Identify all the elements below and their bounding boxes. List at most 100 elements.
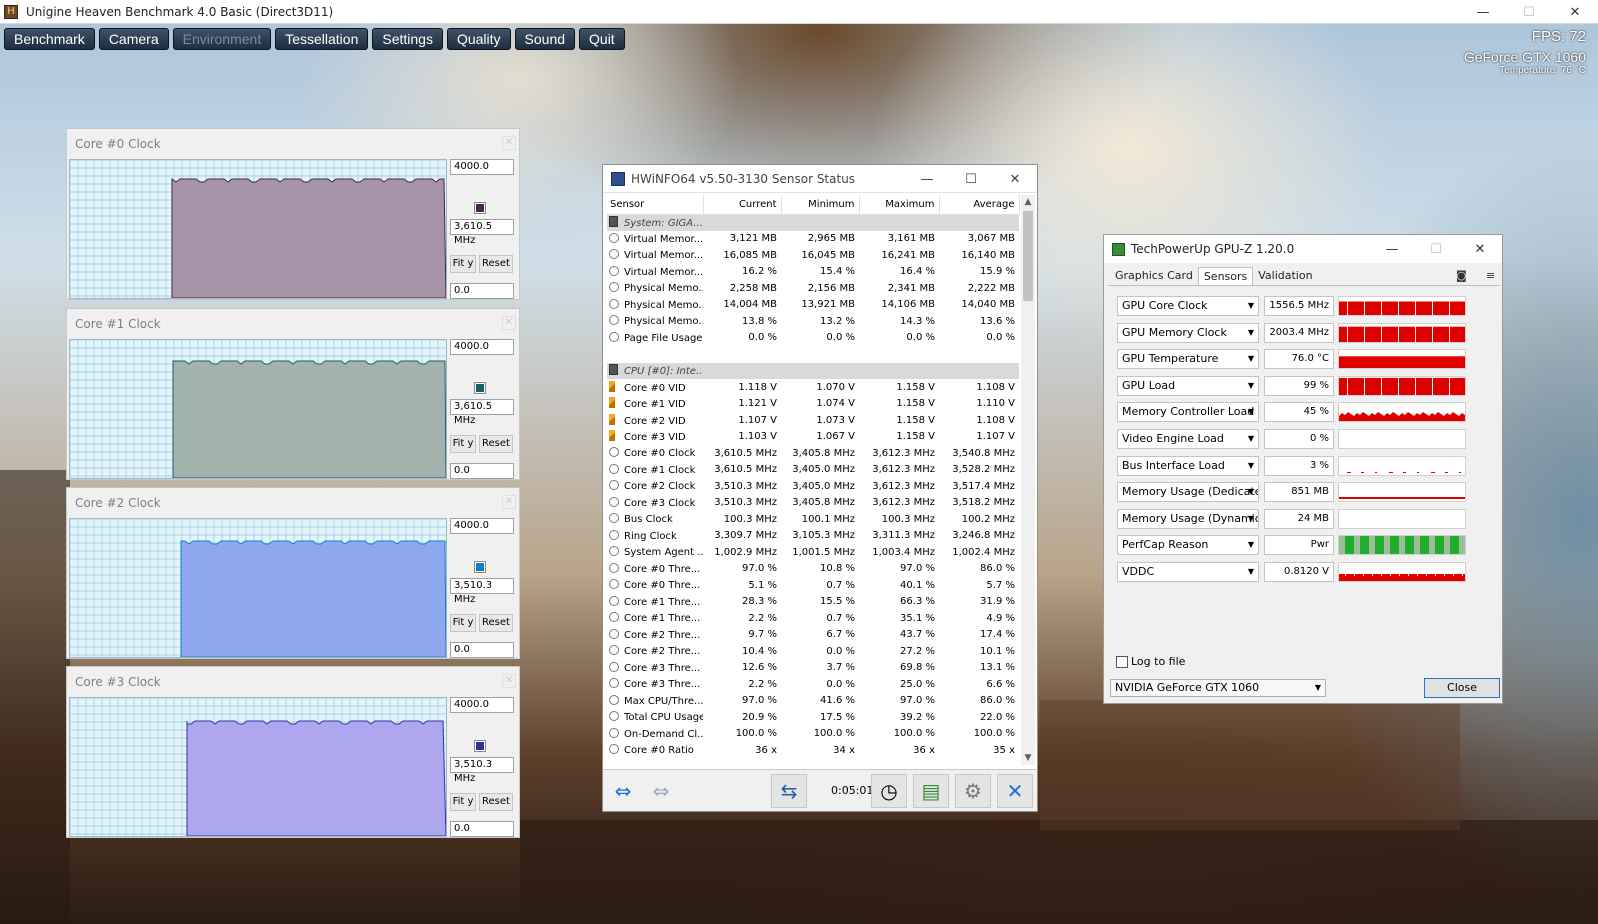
hwinfo-minimize-button[interactable]: — bbox=[905, 165, 949, 193]
sensor-row[interactable]: Core #0 Ratio 36 x 34 x 36 x 35 x bbox=[607, 742, 1019, 759]
sensor-select[interactable]: Memory Usage (Dynamic) ▼ bbox=[1117, 508, 1259, 529]
sensor-select[interactable]: Bus Interface Load ▼ bbox=[1117, 455, 1259, 476]
graph-max-input[interactable]: 4000.0 bbox=[450, 159, 514, 175]
close-button[interactable]: ✕ bbox=[1552, 0, 1598, 24]
gpuz-minimize-button[interactable]: — bbox=[1370, 235, 1414, 263]
panel-close-icon[interactable]: ✕ bbox=[502, 316, 516, 330]
sensor-row[interactable]: Virtual Memor... 16,085 MB 16,045 MB 16,241… bbox=[607, 247, 1019, 264]
panel-close-icon[interactable]: ✕ bbox=[502, 495, 516, 509]
reset-button[interactable]: Reset bbox=[479, 614, 513, 632]
panel-close-icon[interactable]: ✕ bbox=[502, 674, 516, 688]
graph-min-input[interactable]: 0.0 bbox=[450, 642, 514, 658]
color-swatch-icon[interactable] bbox=[474, 740, 486, 752]
sensor-row[interactable]: Core #0 Thre... 97.0 % 10.8 % 97.0 % 86.0 % bbox=[607, 561, 1019, 578]
sensor-row[interactable]: Ring Clock 3,309.7 MHz 3,105.3 MHz 3,311.3 … bbox=[607, 528, 1019, 545]
sensor-row[interactable]: System Agent ... 1,002.9 MHz 1,001.5 MHz 1,… bbox=[607, 544, 1019, 561]
sensor-select[interactable]: GPU Core Clock ▼ bbox=[1117, 296, 1259, 316]
log-to-file-checkbox[interactable]: Log to file bbox=[1116, 655, 1185, 668]
tab-graphics-card[interactable]: Graphics Card bbox=[1110, 267, 1198, 285]
sensor-select[interactable]: VDDC ▼ bbox=[1117, 562, 1259, 582]
column-header-average[interactable]: Average bbox=[939, 195, 1020, 215]
sensor-row[interactable]: Core #2 Clock 3,510.3 MHz 3,405.0 MHz 3,612… bbox=[607, 478, 1019, 495]
menu-environment-button[interactable]: Environment bbox=[172, 28, 272, 50]
fit-y-button[interactable]: Fit y bbox=[450, 614, 476, 632]
navigate-arrows-disabled-icon[interactable]: ⇔ bbox=[643, 774, 679, 808]
fit-y-button[interactable]: Fit y bbox=[450, 435, 476, 453]
graph-max-input[interactable]: 4000.0 bbox=[450, 518, 514, 534]
reset-button[interactable]: Reset bbox=[479, 793, 513, 811]
scroll-up-arrow-icon[interactable]: ▲ bbox=[1021, 195, 1035, 209]
scroll-down-arrow-icon[interactable]: ▼ bbox=[1021, 751, 1035, 765]
sensor-row[interactable]: Virtual Memor... 16.2 % 15.4 % 16.4 % 15.9 % bbox=[607, 264, 1019, 281]
menu-camera-button[interactable]: Camera bbox=[98, 28, 169, 50]
graph-min-input[interactable]: 0.0 bbox=[450, 283, 514, 299]
navigate-arrows-icon[interactable]: ⇔ bbox=[605, 774, 641, 808]
sensor-row[interactable]: Core #0 VID 1.118 V 1.070 V 1.158 V 1.108 V bbox=[607, 379, 1019, 396]
column-header-current[interactable]: Current bbox=[703, 195, 782, 215]
minimize-button[interactable]: — bbox=[1460, 0, 1506, 24]
sensor-row[interactable]: Total CPU Usage 20.9 % 17.5 % 39.2 % 22.0 % bbox=[607, 709, 1019, 726]
color-swatch-icon[interactable] bbox=[474, 561, 486, 573]
tab-sensors[interactable]: Sensors bbox=[1197, 267, 1254, 285]
menu-settings-button[interactable]: Settings bbox=[372, 28, 443, 50]
gpuz-close-x-button[interactable]: ✕ bbox=[1458, 235, 1502, 263]
sensor-select[interactable]: Memory Controller Load ▼ bbox=[1117, 402, 1259, 423]
sensor-row[interactable]: On-Demand Cl... 100.0 % 100.0 % 100.0 % 100.… bbox=[607, 726, 1019, 743]
fit-y-button[interactable]: Fit y bbox=[450, 255, 476, 273]
panel-close-icon[interactable]: ✕ bbox=[502, 136, 516, 150]
sensor-row[interactable]: Core #0 Thre... 5.1 % 0.7 % 40.1 % 5.7 % bbox=[607, 577, 1019, 594]
graph-min-input[interactable]: 0.0 bbox=[450, 821, 514, 837]
sensor-scrollbar[interactable]: ▲ ▼ bbox=[1021, 195, 1035, 765]
sensor-row[interactable]: Core #2 Thre... 9.7 % 6.7 % 43.7 % 17.4 % bbox=[607, 627, 1019, 644]
sensor-row[interactable]: Virtual Memor... 3,121 MB 2,965 MB 3,161 MB… bbox=[607, 231, 1019, 248]
menu-quit-button[interactable]: Quit bbox=[579, 28, 625, 50]
sensor-row[interactable]: Core #1 Clock 3,610.5 MHz 3,405.0 MHz 3,612… bbox=[607, 462, 1019, 479]
sensor-group-row[interactable]: System: GIGA... bbox=[607, 214, 1019, 231]
gpuz-close-button[interactable]: Close bbox=[1424, 678, 1500, 698]
color-swatch-icon[interactable] bbox=[474, 202, 486, 214]
graph-min-input[interactable]: 0.0 bbox=[450, 463, 514, 479]
sensor-row[interactable]: Core #0 Clock 3,610.5 MHz 3,405.8 MHz 3,612… bbox=[607, 445, 1019, 462]
graph-max-input[interactable]: 4000.0 bbox=[450, 339, 514, 355]
clock-icon[interactable]: ◷ bbox=[871, 774, 907, 808]
camera-icon[interactable]: ◙ bbox=[1456, 269, 1467, 282]
sensor-row[interactable]: Core #3 Thre... 2.2 % 0.0 % 25.0 % 6.6 % bbox=[607, 676, 1019, 693]
scrollbar-thumb[interactable] bbox=[1023, 211, 1033, 301]
sensor-row[interactable] bbox=[607, 346, 1019, 363]
sensor-row[interactable]: Core #1 Thre... 28.3 % 15.5 % 66.3 % 31.9 % bbox=[607, 594, 1019, 611]
sensor-row[interactable]: Core #1 Thre... 2.2 % 0.7 % 35.1 % 4.9 % bbox=[607, 610, 1019, 627]
sensor-row[interactable]: Page File Usage 0.0 % 0.0 % 0.0 % 0.0 % bbox=[607, 330, 1019, 347]
sensor-row[interactable]: Max CPU/Thre... 97.0 % 41.6 % 97.0 % 86.0 % bbox=[607, 693, 1019, 710]
sensor-select[interactable]: GPU Temperature ▼ bbox=[1117, 349, 1259, 370]
sensor-select[interactable]: Memory Usage (Dedicated) ▼ bbox=[1117, 482, 1259, 503]
settings-gear-icon[interactable]: ⚙ bbox=[955, 774, 991, 808]
hwinfo-close-button[interactable]: ✕ bbox=[993, 165, 1037, 193]
sensor-row[interactable]: Bus Clock 100.3 MHz 100.1 MHz 100.3 MHz 100.… bbox=[607, 511, 1019, 528]
gpuz-maximize-button[interactable]: ☐ bbox=[1414, 235, 1458, 263]
fit-y-button[interactable]: Fit y bbox=[450, 793, 476, 811]
sensor-row[interactable]: Core #3 Clock 3,510.3 MHz 3,405.8 MHz 3,612… bbox=[607, 495, 1019, 512]
sensor-row[interactable]: Core #3 Thre... 12.6 % 3.7 % 69.8 % 13.1 % bbox=[607, 660, 1019, 677]
menu-tessellation-button[interactable]: Tessellation bbox=[275, 28, 369, 50]
hwinfo-maximize-button[interactable]: ☐ bbox=[949, 165, 993, 193]
column-header-minimum[interactable]: Minimum bbox=[781, 195, 860, 215]
sensor-select[interactable]: Video Engine Load ▼ bbox=[1117, 429, 1259, 449]
checkbox-box[interactable] bbox=[1116, 655, 1128, 668]
menu-benchmark-button[interactable]: Benchmark bbox=[4, 28, 95, 50]
sensor-row[interactable]: Core #2 Thre... 10.4 % 0.0 % 27.2 % 10.1 % bbox=[607, 643, 1019, 660]
sensor-row[interactable]: Physical Memo... 14,004 MB 13,921 MB 14,106… bbox=[607, 297, 1019, 314]
menu-hamburger-icon[interactable]: ≡ bbox=[1486, 269, 1495, 282]
sensor-select[interactable]: GPU Memory Clock ▼ bbox=[1117, 322, 1259, 343]
sensor-row[interactable]: Core #3 VID 1.103 V 1.067 V 1.158 V 1.107 V bbox=[607, 429, 1019, 446]
tab-validation[interactable]: Validation bbox=[1253, 267, 1317, 285]
column-header-sensor[interactable]: Sensor bbox=[607, 195, 704, 215]
sensor-select[interactable]: GPU Load ▼ bbox=[1117, 375, 1259, 396]
reset-button[interactable]: Reset bbox=[479, 435, 513, 453]
color-swatch-icon[interactable] bbox=[474, 382, 486, 394]
sensor-select[interactable]: PerfCap Reason ▼ bbox=[1117, 535, 1259, 556]
reset-button[interactable]: Reset bbox=[479, 255, 513, 273]
sensor-group-row[interactable]: CPU [#0]: Inte... bbox=[607, 362, 1019, 379]
network-icon[interactable]: ⇆ bbox=[771, 774, 807, 808]
menu-quality-button[interactable]: Quality bbox=[446, 28, 511, 50]
maximize-button[interactable]: ☐ bbox=[1506, 0, 1552, 24]
